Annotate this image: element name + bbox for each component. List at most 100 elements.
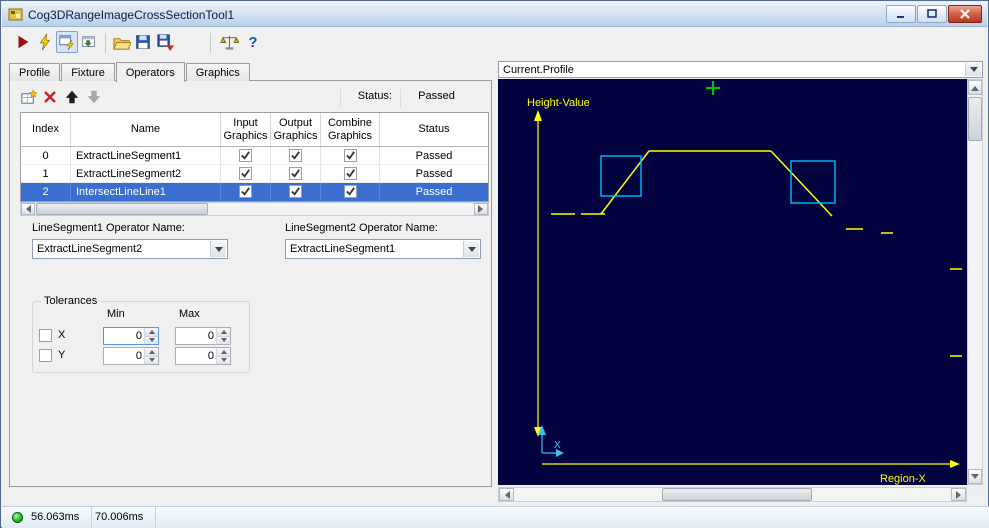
tolerance-y-max-spinner[interactable] <box>175 347 231 365</box>
col-header-status[interactable]: Status <box>380 113 488 146</box>
tolerance-x-max-input[interactable] <box>176 328 216 344</box>
play-icon <box>18 35 29 49</box>
spin-up-button[interactable] <box>145 328 158 337</box>
check-icon <box>241 151 250 160</box>
scroll-right-button[interactable] <box>951 488 966 501</box>
trigger-run-button[interactable] <box>34 31 56 53</box>
plot-hscrollbar[interactable] <box>498 487 967 502</box>
spin-down-button[interactable] <box>217 336 230 345</box>
spin-up-button[interactable] <box>145 348 158 357</box>
tolerance-y-min-spinner[interactable] <box>103 347 159 365</box>
scroll-up-button[interactable] <box>968 80 982 95</box>
add-operator-button[interactable] <box>18 87 38 107</box>
open-button[interactable] <box>110 31 132 53</box>
input-graphics-checkbox[interactable] <box>239 185 252 198</box>
combine-graphics-checkbox[interactable] <box>343 167 357 180</box>
save-as-button[interactable] <box>154 31 176 53</box>
scroll-left-button[interactable] <box>21 203 35 215</box>
spin-down-button[interactable] <box>145 356 158 364</box>
combine-graphics-checkbox[interactable] <box>343 149 357 162</box>
col-header-input-graphics[interactable]: Input Graphics <box>221 113 271 146</box>
operators-table[interactable]: Index Name Input Graphics Output Graphic… <box>20 112 489 202</box>
output-graphics-checkbox[interactable] <box>289 167 302 180</box>
linesegment1-operator-combo[interactable]: ExtractLineSegment2 <box>32 239 228 259</box>
combine-graphics-checkbox[interactable] <box>343 185 357 198</box>
tolerance-y-max-input[interactable] <box>176 348 216 364</box>
col-header-combine-graphics[interactable]: Combine Graphics <box>321 113 380 146</box>
tab-graphics[interactable]: Graphics <box>185 63 250 81</box>
close-button[interactable] <box>948 5 982 23</box>
col-header-index[interactable]: Index <box>21 113 71 146</box>
spin-up-button[interactable] <box>217 328 230 337</box>
linesegment2-combo-label: LineSegment2 Operator Name: <box>285 222 438 234</box>
benchmark-button[interactable] <box>218 31 240 53</box>
spin-down-button[interactable] <box>145 336 158 344</box>
tolerance-x-max-spinner[interactable] <box>175 327 231 345</box>
save-floppy-icon <box>136 35 150 49</box>
table-hscrollbar[interactable] <box>20 202 489 216</box>
profile-plot-area[interactable]: Height-Value Region-X X <box>498 79 967 485</box>
output-graphics-checkbox[interactable] <box>289 185 302 198</box>
spin-down-button[interactable] <box>217 356 230 364</box>
table-row[interactable]: 1 ExtractLineSegment2 Passed <box>21 165 488 183</box>
tolerance-y-label: Y <box>58 349 66 361</box>
arrow-down-icon <box>87 90 101 104</box>
check-icon <box>241 187 250 196</box>
execution-time: 56.063ms <box>28 507 92 528</box>
max-column-header: Max <box>179 308 200 320</box>
scroll-right-button[interactable] <box>474 203 488 215</box>
arrow-left-icon <box>501 490 510 499</box>
input-graphics-checkbox[interactable] <box>239 167 252 180</box>
toolbar-separator <box>210 33 211 53</box>
profile-plot[interactable]: Height-Value Region-X X <box>498 79 967 485</box>
input-graphics-checkbox[interactable] <box>239 149 252 162</box>
move-up-button[interactable] <box>62 87 82 107</box>
scrollbar-thumb[interactable] <box>968 97 982 141</box>
delete-operator-button[interactable] <box>40 87 60 107</box>
tab-fixture[interactable]: Fixture <box>61 63 115 81</box>
save-button[interactable] <box>132 31 154 53</box>
run-button[interactable] <box>12 31 34 53</box>
down-triangle <box>467 246 476 256</box>
scroll-down-button[interactable] <box>968 469 982 484</box>
help-icon: ? <box>248 33 258 51</box>
output-graphics-checkbox[interactable] <box>289 149 302 162</box>
window-title: Cog3DRangeImageCrossSectionTool1 <box>28 8 235 22</box>
col-header-output-graphics[interactable]: Output Graphics <box>271 113 321 146</box>
display-source-combo[interactable]: Current.Profile <box>498 61 983 78</box>
chevron-down-icon[interactable] <box>463 241 479 257</box>
tab-profile[interactable]: Profile <box>9 63 61 81</box>
plot-vscrollbar[interactable] <box>967 79 983 485</box>
scroll-left-button[interactable] <box>499 488 514 501</box>
scrollbar-thumb[interactable] <box>662 488 812 501</box>
float-window-button[interactable] <box>78 31 100 53</box>
chevron-down-icon[interactable] <box>210 241 226 257</box>
scrollbar-thumb[interactable] <box>36 203 208 215</box>
tolerance-x-min-spinner[interactable] <box>103 327 159 345</box>
spin-up-button[interactable] <box>217 348 230 357</box>
minimize-button[interactable] <box>886 5 916 23</box>
tolerance-x-checkbox[interactable] <box>39 329 52 342</box>
table-row-selected[interactable]: 2 IntersectLineLine1 Passed <box>21 183 488 201</box>
tolerance-y-min-input[interactable] <box>104 348 144 364</box>
status-value: Passed <box>400 89 472 107</box>
chevron-down-icon[interactable] <box>965 63 981 76</box>
linesegment2-operator-combo[interactable]: ExtractLineSegment1 <box>285 239 481 259</box>
down-triangle <box>220 338 227 345</box>
auto-run-toggle-button[interactable] <box>56 31 78 53</box>
col-header-name[interactable]: Name <box>71 113 221 146</box>
help-button[interactable]: ? <box>242 31 264 53</box>
tolerance-y-checkbox[interactable] <box>39 349 52 362</box>
down-triangle <box>214 246 223 256</box>
tab-operators[interactable]: Operators <box>115 62 185 82</box>
cell-name: ExtractLineSegment1 <box>71 147 221 165</box>
up-triangle <box>148 347 155 354</box>
tolerance-x-min-input[interactable] <box>104 328 144 344</box>
move-down-button[interactable] <box>84 87 104 107</box>
save-as-icon <box>156 33 174 51</box>
cell-index: 0 <box>21 147 71 165</box>
maximize-button[interactable] <box>917 5 947 23</box>
table-row[interactable]: 0 ExtractLineSegment1 Passed <box>21 147 488 165</box>
titlebar[interactable]: Cog3DRangeImageCrossSectionTool1 <box>2 2 987 27</box>
x-axis-label: Region-X <box>880 473 927 485</box>
